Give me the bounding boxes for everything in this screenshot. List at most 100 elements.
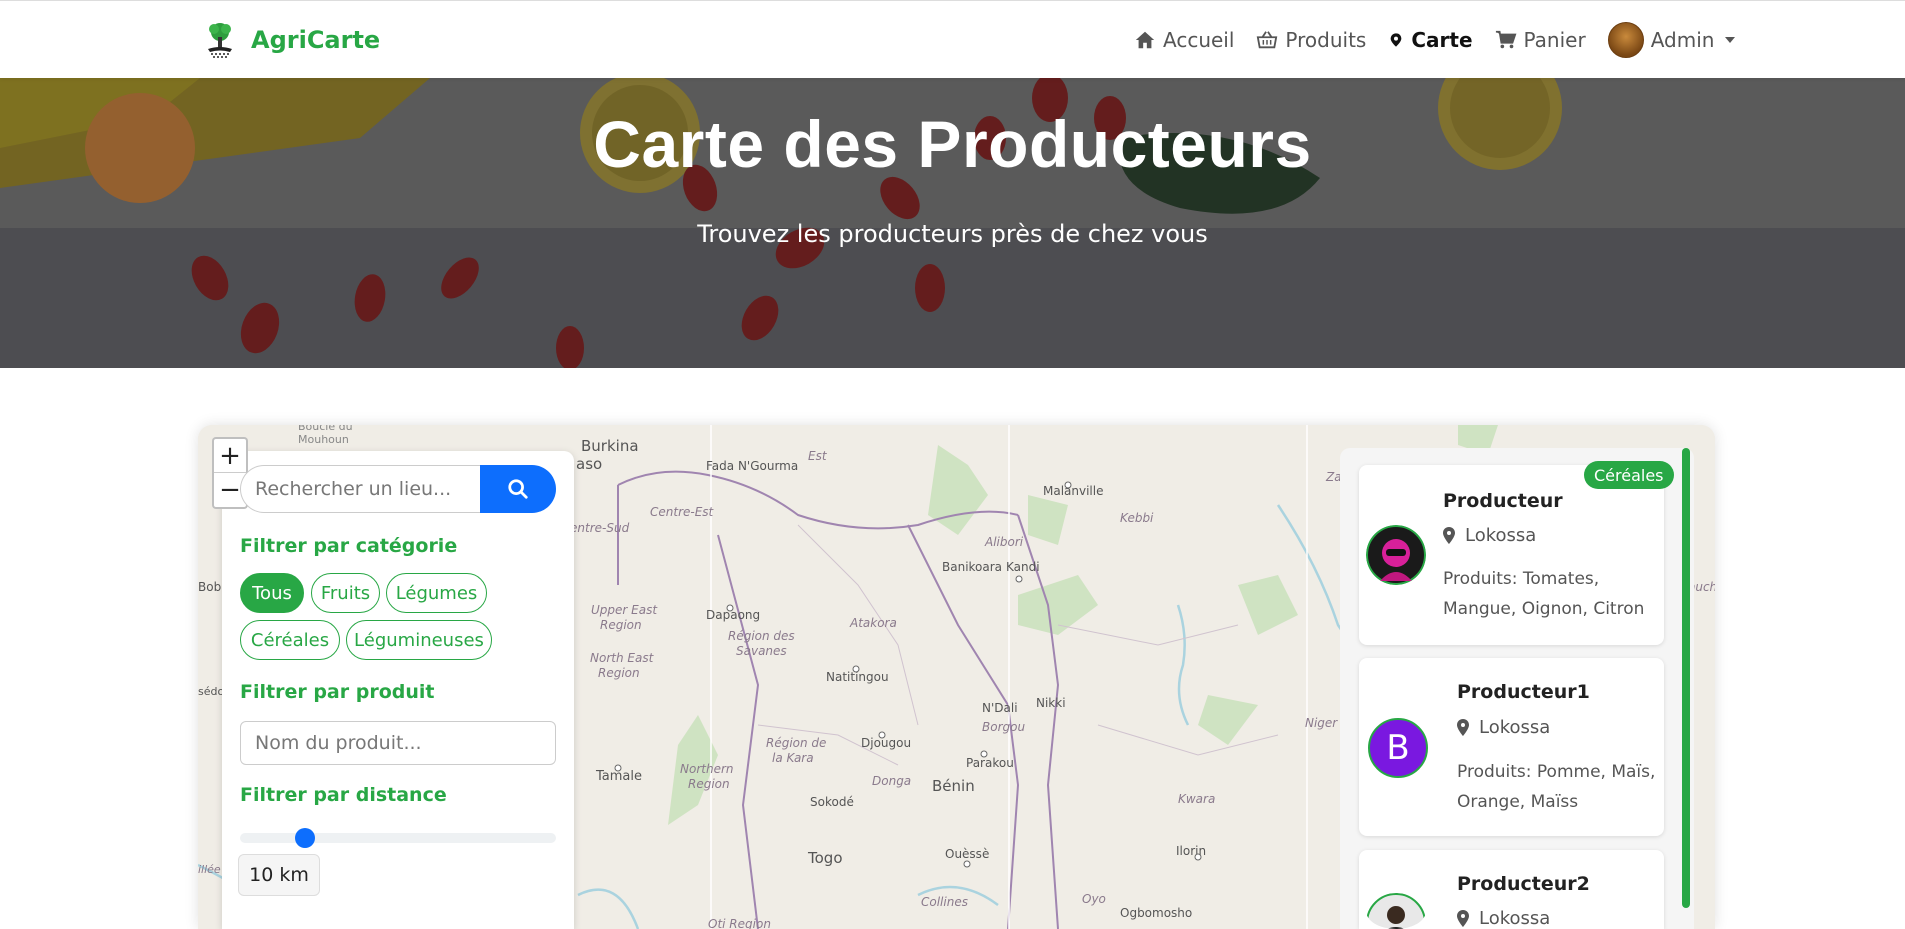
- map-marker-icon: [1457, 719, 1469, 736]
- map-city-dot-ilorin: [1194, 853, 1202, 861]
- map-label-est: Est: [808, 449, 828, 463]
- basket-icon: [1257, 31, 1278, 49]
- category-filter-label: Filtrer par catégorie: [240, 535, 458, 557]
- map-city-dot-ouesse: [963, 860, 971, 868]
- map-label-region-kara: Région de: [766, 736, 826, 750]
- map-label-upper-east-region: Region: [600, 618, 642, 632]
- page-title: Carte des Producteurs: [593, 107, 1312, 181]
- map-label-ilorin: Ilorin: [1176, 844, 1206, 858]
- chevron-down-icon: [1725, 37, 1736, 43]
- producer-avatar-letter: B: [1368, 718, 1428, 778]
- map-label-malanville: Malanville: [1043, 484, 1104, 498]
- map-label-faso: aso: [576, 455, 602, 473]
- producer-location-text: Lokossa: [1465, 525, 1537, 546]
- search-icon: [508, 479, 528, 499]
- nav-item-accueil[interactable]: Accueil: [1134, 28, 1234, 52]
- map-label-ouesse: Ouèssè: [945, 847, 989, 861]
- producer-location: Lokossa: [1457, 908, 1550, 929]
- map-label-sokode: Sokodé: [810, 795, 854, 809]
- map-label-north-east-region: Region: [598, 666, 640, 680]
- brand-name: AgriCarte: [251, 26, 381, 54]
- producer-products: Produits: Tomates, Mangue, Oignon, Citro…: [1443, 569, 1645, 619]
- map-label-ogbomosho: Ogbomosho: [1120, 906, 1192, 920]
- map-city-dot-natitingou: [852, 665, 860, 673]
- nav-item-carte[interactable]: Carte: [1388, 28, 1473, 52]
- category-badge: Céréales: [1584, 461, 1674, 489]
- nav-item-produits[interactable]: Produits: [1256, 28, 1366, 52]
- brand[interactable]: AgriCarte: [203, 19, 380, 61]
- producer-location: Lokossa: [1443, 525, 1536, 546]
- producer-name: Producteur: [1443, 490, 1563, 512]
- map-label-atakora: Atakora: [849, 616, 897, 630]
- map-label-kandi: Kandi: [1006, 560, 1040, 574]
- map-city-dot-tamale: [614, 764, 622, 772]
- user-menu[interactable]: Admin: [1607, 22, 1736, 58]
- map-label-oyo: Oyo: [1082, 892, 1106, 906]
- location-search-input[interactable]: [240, 465, 480, 513]
- nav-label-carte: Carte: [1411, 28, 1473, 52]
- map-label-donga: Donga: [872, 774, 911, 788]
- nav-label-accueil: Accueil: [1163, 28, 1235, 52]
- distance-slider-thumb[interactable]: [295, 828, 315, 848]
- category-chip-cereales[interactable]: Céréales: [240, 620, 340, 660]
- map-label-northern-region: Region: [688, 777, 730, 791]
- navbar: AgriCarte Accueil Produits Carte Panier …: [0, 0, 1905, 78]
- map-label-kebbi: Kebbi: [1120, 511, 1154, 525]
- location-search: [240, 465, 556, 513]
- distance-slider-track[interactable]: [240, 833, 556, 843]
- map-label-northern: Northern: [680, 762, 733, 776]
- search-button[interactable]: [480, 465, 556, 513]
- map-label-oti-region: Oti Region: [708, 917, 771, 929]
- map-label-kwara: Kwara: [1178, 792, 1215, 806]
- producer-list-scrollbar[interactable]: [1682, 448, 1690, 908]
- nav-label-produits: Produits: [1285, 28, 1367, 52]
- distance-filter-label: Filtrer par distance: [240, 784, 447, 806]
- producer-avatar: [1366, 525, 1426, 585]
- map-label-illee: illée: [198, 863, 221, 876]
- map-label-ndali: N'Dali: [982, 701, 1018, 715]
- map-label-centre-sud: entre-Sud: [570, 521, 630, 535]
- distance-value: 10 km: [238, 854, 320, 896]
- product-filter-label: Filtrer par produit: [240, 681, 435, 703]
- nav-item-panier[interactable]: Panier: [1495, 28, 1586, 52]
- map-label-upper-east: Upper East: [591, 603, 658, 617]
- map-label-borgou: Borgou: [982, 720, 1025, 734]
- map-marker-icon: [1443, 527, 1455, 544]
- map-label-collines: Collines: [921, 895, 968, 909]
- map-label-niger: Niger: [1305, 716, 1338, 730]
- page-subtitle: Trouvez les producteurs près de chez vou…: [697, 220, 1208, 248]
- map-label-burkina: Burkina: [581, 437, 639, 455]
- map-label-sedo: sédo: [198, 685, 224, 698]
- map-label-benin: Bénin: [932, 777, 975, 795]
- map-marker-icon: [1457, 910, 1469, 927]
- producer-location-text: Lokossa: [1479, 908, 1551, 929]
- cart-icon: [1495, 30, 1516, 49]
- category-chip-fruits[interactable]: Fruits: [311, 573, 380, 613]
- map-label-fada: Fada N'Gourma: [706, 459, 798, 473]
- map-label-parakou: Parakou: [966, 756, 1014, 770]
- map-label-alibori: Alibori: [984, 535, 1024, 549]
- map-label-dapaong: Dapaong: [706, 608, 760, 622]
- category-chip-tous[interactable]: Tous: [240, 573, 304, 613]
- product-filter-input[interactable]: [240, 721, 556, 765]
- brand-logo-icon: [208, 23, 232, 58]
- map-label-region-savanes: Région des: [728, 629, 795, 643]
- map-label-north-east: North East: [590, 651, 655, 665]
- map-label-centre-est: Centre-Est: [650, 505, 715, 519]
- map-marker-icon: [1391, 33, 1402, 47]
- map-city-dot-dapaong: [726, 604, 734, 612]
- user-avatar: [1607, 22, 1644, 58]
- category-chip-legumes[interactable]: Légumes: [386, 573, 487, 613]
- map-city-dot-malanville: [1064, 481, 1072, 489]
- producer-location: Lokossa: [1457, 717, 1550, 738]
- map-label-savanes: Savanes: [736, 644, 787, 658]
- home-icon: [1135, 31, 1155, 49]
- map-label-bob: Bob: [198, 580, 221, 594]
- map-label-banikoara: Banikoara: [942, 560, 1002, 574]
- main-nav: Accueil Produits Carte Panier Admin: [1134, 22, 1757, 58]
- map-city-dot-parakou: [980, 750, 988, 758]
- map-label-nikki: Nikki: [1036, 696, 1066, 710]
- category-chip-legumineuses[interactable]: Légumineuses: [346, 620, 492, 660]
- map-city-dot-djougou: [878, 731, 886, 739]
- map-label-mouhoun: Mouhoun: [298, 433, 349, 446]
